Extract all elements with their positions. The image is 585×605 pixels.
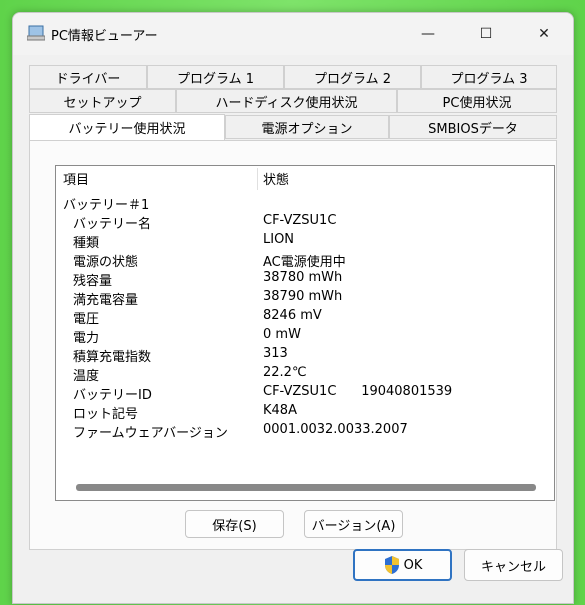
item-label: ファームウェアバージョン — [73, 426, 228, 441]
list-item[interactable]: 種類 LION — [56, 230, 554, 251]
item-value: CF-VZSU1C — [263, 213, 337, 228]
tab-pc-usage[interactable]: PC使用状況 — [397, 89, 557, 113]
list-item[interactable]: ファームウェアバージョン 0001.0032.0033.2007 — [56, 420, 554, 441]
minimize-button[interactable]: — — [399, 13, 457, 55]
maximize-icon: ☐ — [479, 26, 493, 42]
tab-setup[interactable]: セットアップ — [29, 89, 176, 113]
maximize-button[interactable]: ☐ — [457, 13, 515, 55]
item-value: 0 mW — [263, 327, 301, 342]
tab-program-3[interactable]: プログラム 3 — [421, 65, 557, 89]
title-bar[interactable]: PC情報ビューアー — ☐ ✕ — [13, 13, 573, 55]
tab-smbios-data[interactable]: SMBIOSデータ — [389, 115, 557, 139]
minimize-icon: — — [421, 26, 435, 42]
item-value: 38780 mWh — [263, 270, 343, 285]
item-value: 313 — [263, 346, 288, 361]
item-value: 0001.0032.0033.2007 — [263, 422, 408, 437]
list-item[interactable]: 電力 0 mW — [56, 325, 554, 346]
cancel-button[interactable]: キャンセル — [464, 549, 563, 581]
item-value: 38790 mWh — [263, 289, 343, 304]
list-item[interactable]: 満充電容量 38790 mWh — [56, 287, 554, 308]
close-button[interactable]: ✕ — [515, 13, 573, 55]
list-group-row[interactable]: バッテリー＃1 — [56, 192, 554, 213]
item-value: 8246 mV — [263, 308, 322, 323]
list-item[interactable]: 温度 22.2℃ — [56, 363, 554, 384]
item-value: CF-VZSU1C 19040801539 — [263, 384, 453, 399]
column-header-item[interactable]: 項目 — [63, 166, 253, 190]
tab-panel: 項目 状態 バッテリー＃1 バッテリー名 CF-VZSU1C 種類 LION 電源の… — [29, 140, 557, 550]
item-value: 22.2℃ — [263, 365, 307, 380]
app-icon — [27, 25, 45, 41]
tab-program-1[interactable]: プログラム 1 — [147, 65, 284, 89]
window-title: PC情報ビューアー — [51, 29, 158, 44]
close-icon: ✕ — [538, 26, 550, 42]
tab-disk-usage[interactable]: ハードディスク使用状況 — [176, 89, 397, 113]
tab-strip: ドライバー プログラム 1 プログラム 2 プログラム 3 セットアップ ハード… — [29, 65, 557, 141]
list-item[interactable]: バッテリー名 CF-VZSU1C — [56, 211, 554, 232]
column-separator[interactable] — [257, 168, 258, 190]
battery-list[interactable]: 項目 状態 バッテリー＃1 バッテリー名 CF-VZSU1C 種類 LION 電源の… — [55, 165, 555, 501]
ok-label: OK — [403, 557, 423, 573]
list-item[interactable]: ロット記号 K48A — [56, 401, 554, 422]
horizontal-scrollbar[interactable] — [76, 484, 536, 491]
save-button[interactable]: 保存(S) — [185, 510, 284, 538]
tab-power-options[interactable]: 電源オプション — [225, 115, 389, 139]
item-value: K48A — [263, 403, 297, 418]
app-window: PC情報ビューアー — ☐ ✕ ドライバー プログラム 1 プログラム 2 プロ… — [12, 12, 574, 604]
column-header-status[interactable]: 状態 — [263, 166, 543, 190]
list-item[interactable]: 積算充電指数 313 — [56, 344, 554, 365]
shield-icon — [384, 556, 399, 574]
tab-program-2[interactable]: プログラム 2 — [284, 65, 421, 89]
list-item[interactable]: 電圧 8246 mV — [56, 306, 554, 327]
tab-driver[interactable]: ドライバー — [29, 65, 147, 89]
version-button[interactable]: バージョン(A) — [304, 510, 403, 538]
list-item[interactable]: バッテリーID CF-VZSU1C 19040801539 — [56, 382, 554, 403]
list-item[interactable]: 電源の状態 AC電源使用中 — [56, 249, 554, 270]
tab-battery-usage[interactable]: バッテリー使用状況 — [29, 114, 225, 140]
list-item[interactable]: 残容量 38780 mWh — [56, 268, 554, 289]
ok-button[interactable]: OK — [353, 549, 452, 581]
item-value: LION — [263, 232, 295, 247]
